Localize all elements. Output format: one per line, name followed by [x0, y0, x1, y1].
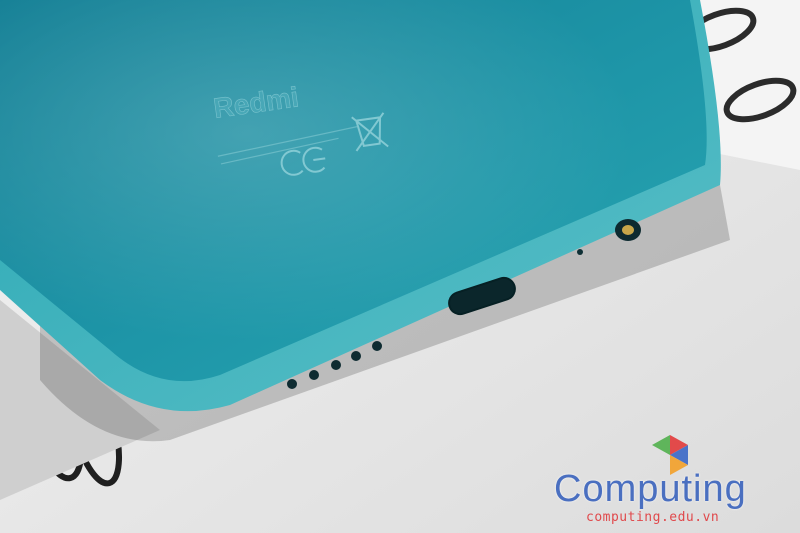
watermark-brand: Computing — [554, 468, 747, 510]
watermark-url: computing.edu.vn — [586, 510, 720, 525]
watermark: Computing computing.edu.vn — [548, 428, 796, 528]
headphone-jack — [615, 219, 641, 241]
microphone-hole — [577, 249, 583, 255]
